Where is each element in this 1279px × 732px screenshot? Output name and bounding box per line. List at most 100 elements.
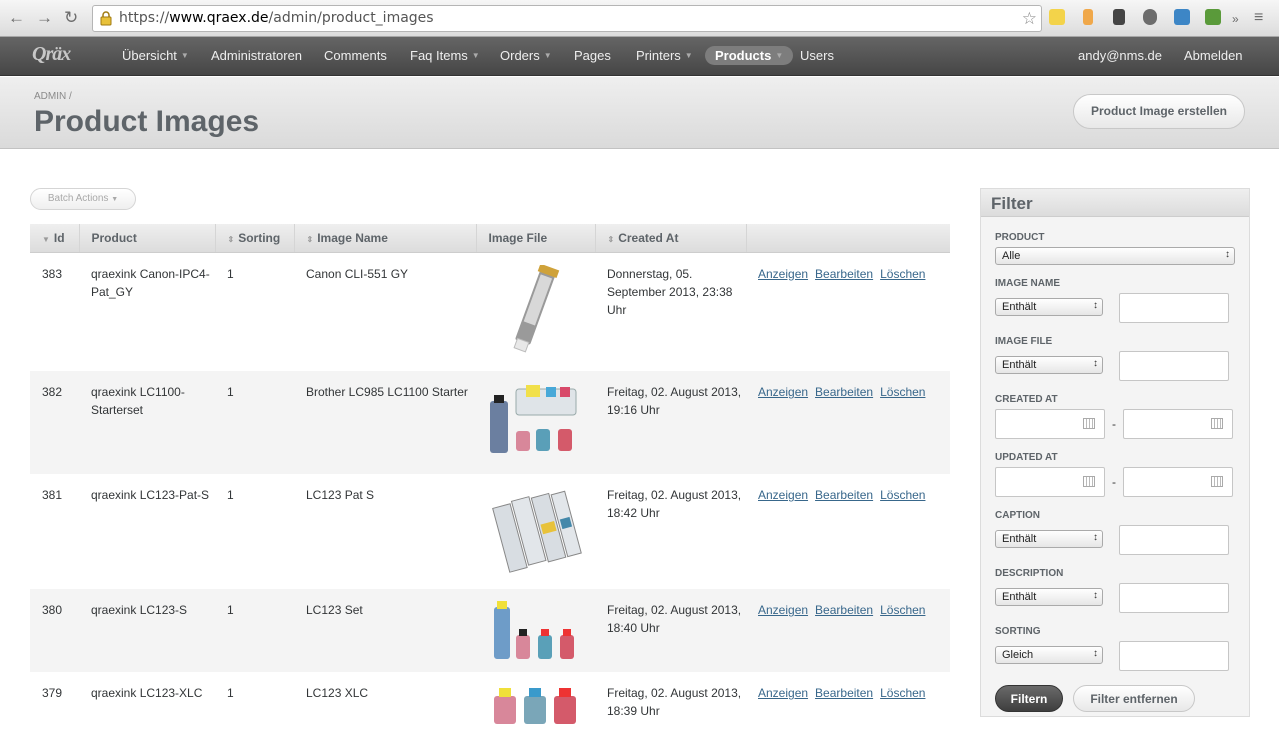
filter-image-file-input[interactable] xyxy=(1119,351,1229,381)
filter-created-from-input[interactable] xyxy=(995,409,1105,439)
reload-icon[interactable]: ↻ xyxy=(64,8,78,28)
address-bar[interactable]: https://www.qraex.de/admin/product_image… xyxy=(92,5,1042,32)
view-link[interactable]: Anzeigen xyxy=(758,267,808,281)
logout-link[interactable]: Abmelden xyxy=(1184,48,1243,63)
more-extensions-icon[interactable]: » xyxy=(1232,9,1239,29)
cell-id: 381 xyxy=(30,474,79,589)
cell-image-file xyxy=(476,371,595,474)
nav-printers[interactable]: Printers ▼ xyxy=(636,48,693,63)
filter-description-operator[interactable]: Enthält xyxy=(995,588,1103,606)
view-link[interactable]: Anzeigen xyxy=(758,603,808,617)
extension-icon[interactable] xyxy=(1205,9,1221,25)
calendar-icon[interactable] xyxy=(1211,476,1223,487)
view-link[interactable]: Anzeigen xyxy=(758,385,808,399)
filter-label-image-file: IMAGE FILE xyxy=(995,336,1053,347)
nav-users[interactable]: Users xyxy=(800,48,834,63)
column-label: Id xyxy=(53,230,65,245)
column-header-id[interactable]: ▼ Id xyxy=(30,224,80,253)
delete-link[interactable]: Löschen xyxy=(880,686,925,700)
delete-link[interactable]: Löschen xyxy=(880,267,925,281)
column-header-actions xyxy=(746,224,950,253)
view-link[interactable]: Anzeigen xyxy=(758,686,808,700)
product-thumbnail[interactable] xyxy=(488,684,583,724)
filter-caption-input[interactable] xyxy=(1119,525,1229,555)
nav-uebersicht[interactable]: Übersicht ▼ xyxy=(122,48,189,63)
extension-icon[interactable] xyxy=(1049,9,1065,25)
create-product-image-button[interactable]: Product Image erstellen xyxy=(1073,94,1245,129)
edit-link[interactable]: Bearbeiten xyxy=(815,267,873,281)
product-images-table: ▼ Id Product ⇕ Sorting ⇕ Image Name Image F… xyxy=(30,224,950,732)
extension-icon[interactable] xyxy=(1174,9,1190,25)
clear-filter-button[interactable]: Filter entfernen xyxy=(1073,685,1195,712)
filter-caption-operator[interactable]: Enthält xyxy=(995,530,1103,548)
nav-orders[interactable]: Orders ▼ xyxy=(500,48,552,63)
column-header-sorting[interactable]: ⇕ Sorting xyxy=(215,224,295,253)
filter-description-input[interactable] xyxy=(1119,583,1229,613)
filter-updated-from-input[interactable] xyxy=(995,467,1105,497)
delete-link[interactable]: Löschen xyxy=(880,385,925,399)
extension-icon[interactable] xyxy=(1083,9,1093,25)
caret-down-icon: ▼ xyxy=(684,51,693,60)
nav-pages[interactable]: Pages xyxy=(574,48,611,63)
delete-link[interactable]: Löschen xyxy=(880,488,925,502)
cell-product: qraexink LC123-S xyxy=(79,589,215,672)
edit-link[interactable]: Bearbeiten xyxy=(815,488,873,502)
calendar-icon[interactable] xyxy=(1211,418,1223,429)
filter-label-caption: CAPTION xyxy=(995,510,1040,521)
evernote-icon[interactable] xyxy=(1113,9,1125,25)
site-logo[interactable]: Qräx xyxy=(32,43,71,66)
edit-link[interactable]: Bearbeiten xyxy=(815,385,873,399)
batch-actions-label: Batch Actions xyxy=(47,193,109,204)
column-header-image-name[interactable]: ⇕ Image Name xyxy=(294,224,477,253)
nav-faq-items[interactable]: Faq Items ▼ xyxy=(410,48,480,63)
cell-image-name: LC123 XLC xyxy=(294,672,476,732)
edit-link[interactable]: Bearbeiten xyxy=(815,686,873,700)
nav-administratoren[interactable]: Administratoren xyxy=(211,48,302,63)
cell-sorting: 1 xyxy=(215,252,294,371)
product-thumbnail[interactable] xyxy=(488,264,583,357)
caret-down-icon: ▼ xyxy=(471,51,480,60)
recycle-icon[interactable] xyxy=(1143,9,1157,25)
breadcrumb-admin[interactable]: ADMIN xyxy=(34,91,66,102)
apply-filter-button[interactable]: Filtern xyxy=(995,685,1063,712)
delete-link[interactable]: Löschen xyxy=(880,603,925,617)
calendar-icon[interactable] xyxy=(1083,476,1095,487)
nav-label: Übersicht xyxy=(122,48,177,63)
nav-comments[interactable]: Comments xyxy=(324,48,387,63)
edit-link[interactable]: Bearbeiten xyxy=(815,603,873,617)
filter-sorting-operator[interactable]: Gleich xyxy=(995,646,1103,664)
menu-icon[interactable]: ≡ xyxy=(1254,8,1263,28)
current-user[interactable]: andy@nms.de xyxy=(1078,48,1162,63)
table-row: 383 qraexink Canon-IPC4-Pat_GY 1 Canon C… xyxy=(30,252,950,371)
cell-actions: Anzeigen Bearbeiten Löschen xyxy=(746,672,950,732)
filter-product-select[interactable]: Alle xyxy=(995,247,1235,265)
filter-created-to-input[interactable] xyxy=(1123,409,1233,439)
filter-sorting-input[interactable] xyxy=(1119,641,1229,671)
filter-image-file-operator[interactable]: Enthält xyxy=(995,356,1103,374)
filter-updated-to-input[interactable] xyxy=(1123,467,1233,497)
sort-desc-icon: ▼ xyxy=(42,234,50,244)
cell-actions: Anzeigen Bearbeiten Löschen xyxy=(746,589,950,672)
column-header-created-at[interactable]: ⇕ Created At xyxy=(595,224,747,253)
cell-image-file xyxy=(476,672,595,732)
column-header-product[interactable]: Product xyxy=(79,224,216,253)
bookmark-star-icon[interactable]: ☆ xyxy=(1022,9,1037,29)
cell-product: qraexink LC123-Pat-S xyxy=(79,474,215,589)
cell-created-at: Freitag, 02. August 2013, 18:39 Uhr xyxy=(595,672,746,732)
page-title: Product Images xyxy=(34,105,260,138)
back-icon[interactable]: ← xyxy=(8,8,25,28)
product-thumbnail[interactable] xyxy=(488,383,583,455)
nav-products[interactable]: Products ▼ xyxy=(705,46,794,65)
cell-image-name: Canon CLI-551 GY xyxy=(294,252,476,371)
view-link[interactable]: Anzeigen xyxy=(758,488,808,502)
product-thumbnail[interactable] xyxy=(488,486,583,576)
product-thumbnail[interactable] xyxy=(488,601,583,661)
nav-label: Administratoren xyxy=(211,48,303,63)
filter-image-name-input[interactable] xyxy=(1119,293,1229,323)
batch-actions-button[interactable]: Batch Actions ▼ xyxy=(30,188,136,210)
filter-image-name-operator[interactable]: Enthält xyxy=(995,298,1103,316)
calendar-icon[interactable] xyxy=(1083,418,1095,429)
cell-product: qraexink Canon-IPC4-Pat_GY xyxy=(79,252,215,371)
nav-label: Printers xyxy=(636,48,681,63)
forward-icon[interactable]: → xyxy=(36,8,53,28)
